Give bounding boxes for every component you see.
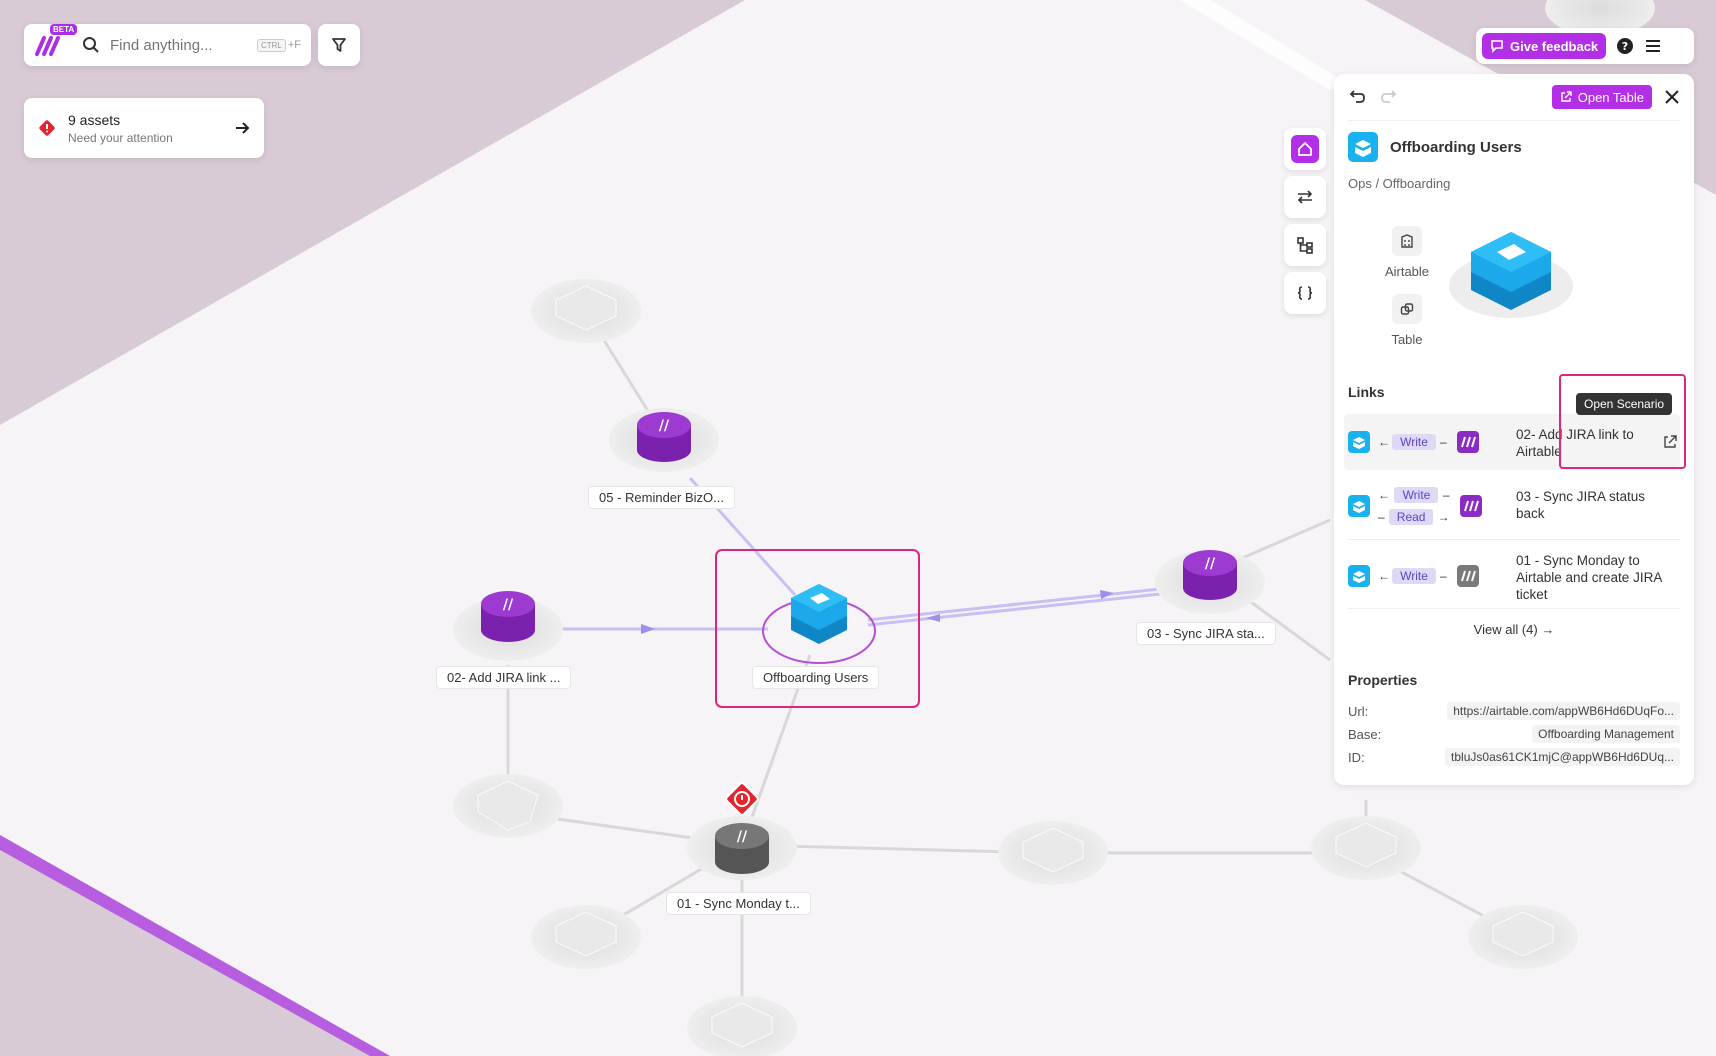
node-03-sync-jira[interactable]: // [1155,550,1265,614]
open-scenario-highlight [1559,374,1686,469]
node-label[interactable]: 03 - Sync JIRA sta... [1136,622,1276,645]
arrow-left-icon: ← [1378,488,1390,502]
airtable-icon [1348,495,1370,517]
dash-icon: – [1440,435,1447,449]
alert-icon [39,120,55,136]
tree-view-button[interactable] [1284,224,1326,266]
airtable-icon [1348,565,1370,587]
panel-header: Offboarding Users [1348,132,1522,162]
home-view-button[interactable] [1284,128,1326,170]
breadcrumb: Ops / Offboarding [1348,176,1451,191]
mode-pill: Read [1389,509,1434,525]
assets-attention-card[interactable]: 9 assets Need your attention [24,98,264,158]
airtable-hero-icon [1449,232,1573,318]
meta-airtable: Airtable [1372,226,1442,279]
divider [1348,539,1680,540]
beta-badge: BETA [50,24,78,35]
menu-icon[interactable] [1644,37,1662,55]
filter-icon [332,38,346,52]
open-scenario-tooltip: Open Scenario [1576,393,1673,415]
search-shortcut: CTRL +F [256,38,301,52]
make-scenario-icon [1459,495,1482,517]
property-label: Url: [1348,704,1369,719]
swap-arrows-icon [1297,190,1313,204]
meta-table: Table [1372,294,1442,347]
dash-icon: – [1378,510,1385,524]
arrow-right-icon [236,122,250,134]
link-name: 01 - Sync Monday to Airtable and create … [1516,553,1662,602]
search-bar: BETA CTRL +F [24,24,311,66]
panel-title: Offboarding Users [1390,138,1522,156]
svg-text://: // [503,597,514,613]
close-icon[interactable] [1664,89,1680,105]
property-label: ID: [1348,750,1365,765]
panel-divider [1348,120,1680,121]
home-icon [1298,142,1312,156]
svg-text:?: ? [1622,40,1628,53]
link-row[interactable]: ← Write – – Read → 03 - Sync JIRA status… [1344,478,1680,534]
flow-view-button[interactable] [1284,176,1326,218]
assets-subtitle: Need your attention [68,130,173,145]
mode-pill: Write [1392,568,1436,584]
properties-heading: Properties [1348,672,1418,688]
node-label[interactable]: 02- Add JIRA link ... [436,666,572,689]
filter-button[interactable] [318,24,360,66]
give-feedback-button[interactable]: Give feedback [1482,33,1607,59]
node-01-sync-monday[interactable]: // [687,816,797,880]
property-base-value[interactable]: Offboarding Management [1532,725,1680,743]
make-scenario-inactive-icon [1456,565,1479,587]
airtable-icon [1348,431,1370,453]
node-label[interactable]: Offboarding Users [752,666,880,689]
header-actions: Give feedback ? [1476,28,1694,64]
link-row[interactable]: ← Write – 01 - Sync Monday to Airtable a… [1344,544,1680,608]
dash-icon: – [1440,569,1447,583]
svg-text://: // [737,829,748,845]
search-input[interactable] [110,36,240,54]
meta-table-label: Table [1391,332,1423,347]
property-id-value[interactable]: tbluJs0as61CK1mjC@appWB6Hd6DUq... [1445,748,1680,766]
property-label: Base: [1348,727,1382,742]
mode-pill: Write [1392,434,1436,450]
braces-icon [1297,286,1313,300]
help-icon[interactable]: ? [1616,37,1634,55]
tree-icon [1297,237,1313,254]
airtable-icon [1348,132,1378,162]
panel-toolbar: Open Table [1348,82,1680,112]
arrow-right-icon: → [1437,510,1450,524]
assets-count: 9 assets [68,111,121,128]
svg-text://: // [1205,556,1216,572]
link-name: 03 - Sync JIRA status back [1516,489,1646,521]
node-label[interactable]: 05 - Reminder BizO... [588,486,735,509]
code-view-button[interactable] [1284,272,1326,314]
links-heading: Links [1348,384,1385,400]
node-label[interactable]: 01 - Sync Monday t... [666,892,811,915]
search-icon [83,37,99,53]
mode-pill: Write [1394,487,1439,503]
open-table-button[interactable]: Open Table [1551,85,1652,109]
undo-icon[interactable] [1348,88,1366,106]
svg-text://: // [659,418,670,434]
redo-icon[interactable] [1380,88,1398,106]
open-table-label: Open Table [1577,89,1644,105]
building-icon [1401,234,1413,248]
node-05-reminder[interactable]: // [609,408,719,472]
arrow-left-icon: ← [1378,435,1390,449]
make-logo[interactable]: BETA [34,24,78,60]
meta-airtable-label: Airtable [1384,264,1430,279]
give-feedback-label: Give feedback [1510,38,1599,54]
dash-icon: – [1442,488,1450,502]
make-scenario-icon [1456,431,1479,453]
feedback-icon [1491,40,1503,53]
shortcut-key: CTRL [256,38,286,52]
arrow-left-icon: ← [1378,569,1390,583]
link-icon [1400,303,1414,315]
shortcut-suffix: +F [287,39,301,51]
external-link-icon [1561,91,1572,102]
view-all-links-button[interactable]: View all (4) → [1334,622,1694,637]
divider [1348,608,1680,609]
property-url-value[interactable]: https://airtable.com/appWB6Hd6DUqFo... [1447,702,1680,720]
